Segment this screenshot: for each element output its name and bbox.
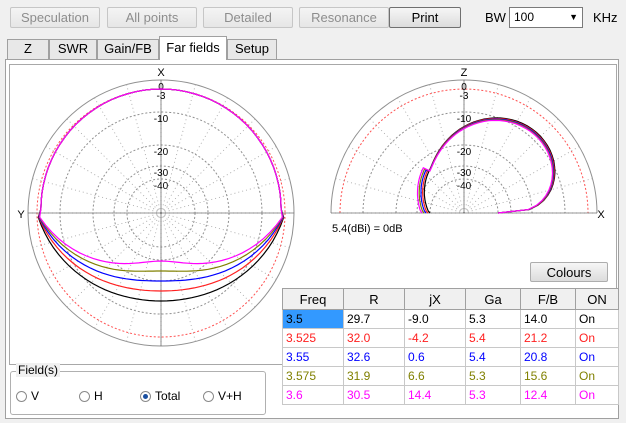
azimuth-ring-label: -30 bbox=[154, 168, 169, 179]
table-cell[interactable]: -9.0 bbox=[404, 309, 466, 329]
azimuth-spoke bbox=[160, 97, 228, 214]
fields-group-title: Field(s) bbox=[16, 363, 61, 377]
table-cell[interactable]: 5.4 bbox=[465, 328, 521, 348]
table-cell[interactable]: 3.5 bbox=[282, 309, 344, 329]
column-header-ga[interactable]: Ga bbox=[465, 288, 521, 310]
elevation-top-axis-label: Z bbox=[461, 67, 468, 79]
elevation-ring-label: -3 bbox=[460, 91, 469, 102]
azimuth-spoke bbox=[160, 118, 256, 214]
elevation-spoke bbox=[348, 146, 465, 214]
azimuth-spoke bbox=[126, 212, 162, 342]
table-cell[interactable]: 15.6 bbox=[520, 366, 576, 386]
table-cell[interactable]: 30.5 bbox=[343, 385, 405, 405]
radio-indicator bbox=[140, 391, 151, 402]
table-cell[interactable]: 14.4 bbox=[404, 385, 466, 405]
table-cell[interactable]: 12.4 bbox=[520, 385, 576, 405]
column-header-freq[interactable]: Freq bbox=[282, 288, 344, 310]
table-cell[interactable]: 6.6 bbox=[404, 366, 466, 386]
azimuth-spoke bbox=[94, 97, 162, 214]
colours-button[interactable]: Colours bbox=[530, 262, 608, 282]
azimuth-spoke bbox=[160, 146, 277, 214]
table-cell[interactable]: On bbox=[575, 385, 619, 405]
elevation-pattern-curve bbox=[416, 119, 554, 214]
table-cell[interactable]: 21.2 bbox=[520, 328, 576, 348]
elevation-spoke bbox=[369, 118, 465, 214]
scale-note: 5.4(dBi) = 0dB bbox=[332, 223, 403, 235]
table-cell[interactable]: On bbox=[575, 309, 619, 329]
table-cell[interactable]: 5.3 bbox=[465, 366, 521, 386]
tab-far-fields[interactable]: Far fields bbox=[159, 36, 227, 60]
azimuth-ring-label: -40 bbox=[154, 181, 169, 192]
elevation-spoke bbox=[463, 178, 593, 214]
table-cell[interactable]: 32.0 bbox=[343, 328, 405, 348]
azimuth-spoke bbox=[32, 212, 162, 248]
column-header-r[interactable]: R bbox=[343, 288, 405, 310]
field-radio-total[interactable]: Total bbox=[140, 389, 180, 403]
radio-indicator bbox=[203, 391, 214, 402]
azimuth-spoke bbox=[45, 212, 162, 280]
table-cell[interactable]: 14.0 bbox=[520, 309, 576, 329]
table-cell[interactable]: 0.6 bbox=[404, 347, 466, 367]
azimuth-spoke bbox=[160, 212, 290, 248]
table-cell[interactable]: 3.525 bbox=[282, 328, 344, 348]
field-radio-label: V+H bbox=[218, 389, 242, 403]
field-radio-label: Total bbox=[155, 389, 181, 403]
table-cell[interactable]: On bbox=[575, 347, 619, 367]
table-row[interactable]: 3.55 32.6 0.6 5.4 20.8 On bbox=[282, 347, 619, 367]
azimuth-ring-label: -3 bbox=[157, 91, 166, 102]
elevation-spoke bbox=[397, 97, 465, 214]
column-header-jx[interactable]: jX bbox=[404, 288, 466, 310]
table-cell[interactable]: On bbox=[575, 366, 619, 386]
azimuth-spoke bbox=[160, 212, 196, 342]
azimuth-ring-label: -10 bbox=[154, 114, 169, 125]
table-cell[interactable]: 5.3 bbox=[465, 385, 521, 405]
azimuth-top-axis-label: X bbox=[157, 67, 165, 79]
table-cell[interactable]: -4.2 bbox=[404, 328, 466, 348]
table-cell[interactable]: 31.9 bbox=[343, 366, 405, 386]
azimuth-spoke bbox=[45, 146, 162, 214]
azimuth-spoke bbox=[32, 178, 162, 214]
azimuth-spoke bbox=[160, 212, 277, 280]
elevation-ring-label: -40 bbox=[457, 181, 472, 192]
table-header-row: Freq R jX Ga F/B ON bbox=[282, 288, 619, 310]
field-radio-vh[interactable]: V+H bbox=[203, 389, 242, 403]
table-row[interactable]: 3.525 32.0 -4.2 5.4 21.2 On bbox=[282, 328, 619, 348]
elevation-spoke bbox=[463, 146, 580, 214]
azimuth-spoke bbox=[66, 118, 162, 214]
table-row[interactable]: 3.5 29.7 -9.0 5.3 14.0 On bbox=[282, 309, 619, 329]
table-cell[interactable]: 32.6 bbox=[343, 347, 405, 367]
table-cell[interactable]: 3.6 bbox=[282, 385, 344, 405]
table-cell[interactable]: 20.8 bbox=[520, 347, 576, 367]
table-cell[interactable]: 5.4 bbox=[465, 347, 521, 367]
elevation-right-axis-label: X bbox=[597, 209, 605, 221]
table-cell[interactable]: On bbox=[575, 328, 619, 348]
azimuth-ring-label: -20 bbox=[154, 147, 169, 158]
table-cell[interactable]: 5.3 bbox=[465, 309, 521, 329]
table-row[interactable]: 3.575 31.9 6.6 5.3 15.6 On bbox=[282, 366, 619, 386]
table-cell[interactable]: 29.7 bbox=[343, 309, 405, 329]
column-header-fb[interactable]: F/B bbox=[520, 288, 576, 310]
table-row[interactable]: 3.6 30.5 14.4 5.3 12.4 On bbox=[282, 385, 619, 405]
frequency-table: Freq R jX Ga F/B ON 3.5 29.7 -9.0 5.3 14.0 On… bbox=[282, 288, 619, 405]
elevation-spoke bbox=[463, 97, 531, 214]
field-radio-h[interactable]: H bbox=[79, 389, 103, 403]
table-cell[interactable]: 3.575 bbox=[282, 366, 344, 386]
field-radio-label: V bbox=[31, 389, 40, 403]
azimuth-left-axis-label: Y bbox=[17, 209, 25, 221]
radio-indicator bbox=[79, 391, 90, 402]
elevation-ring-label: -20 bbox=[457, 147, 472, 158]
field-radio-label: H bbox=[94, 389, 103, 403]
azimuth-spoke bbox=[160, 178, 290, 214]
elevation-spoke bbox=[335, 178, 465, 214]
elevation-ring-label: -30 bbox=[457, 168, 472, 179]
radio-indicator bbox=[16, 391, 27, 402]
column-header-on[interactable]: ON bbox=[575, 288, 619, 310]
field-radio-v[interactable]: V bbox=[16, 389, 39, 403]
table-cell[interactable]: 3.55 bbox=[282, 347, 344, 367]
